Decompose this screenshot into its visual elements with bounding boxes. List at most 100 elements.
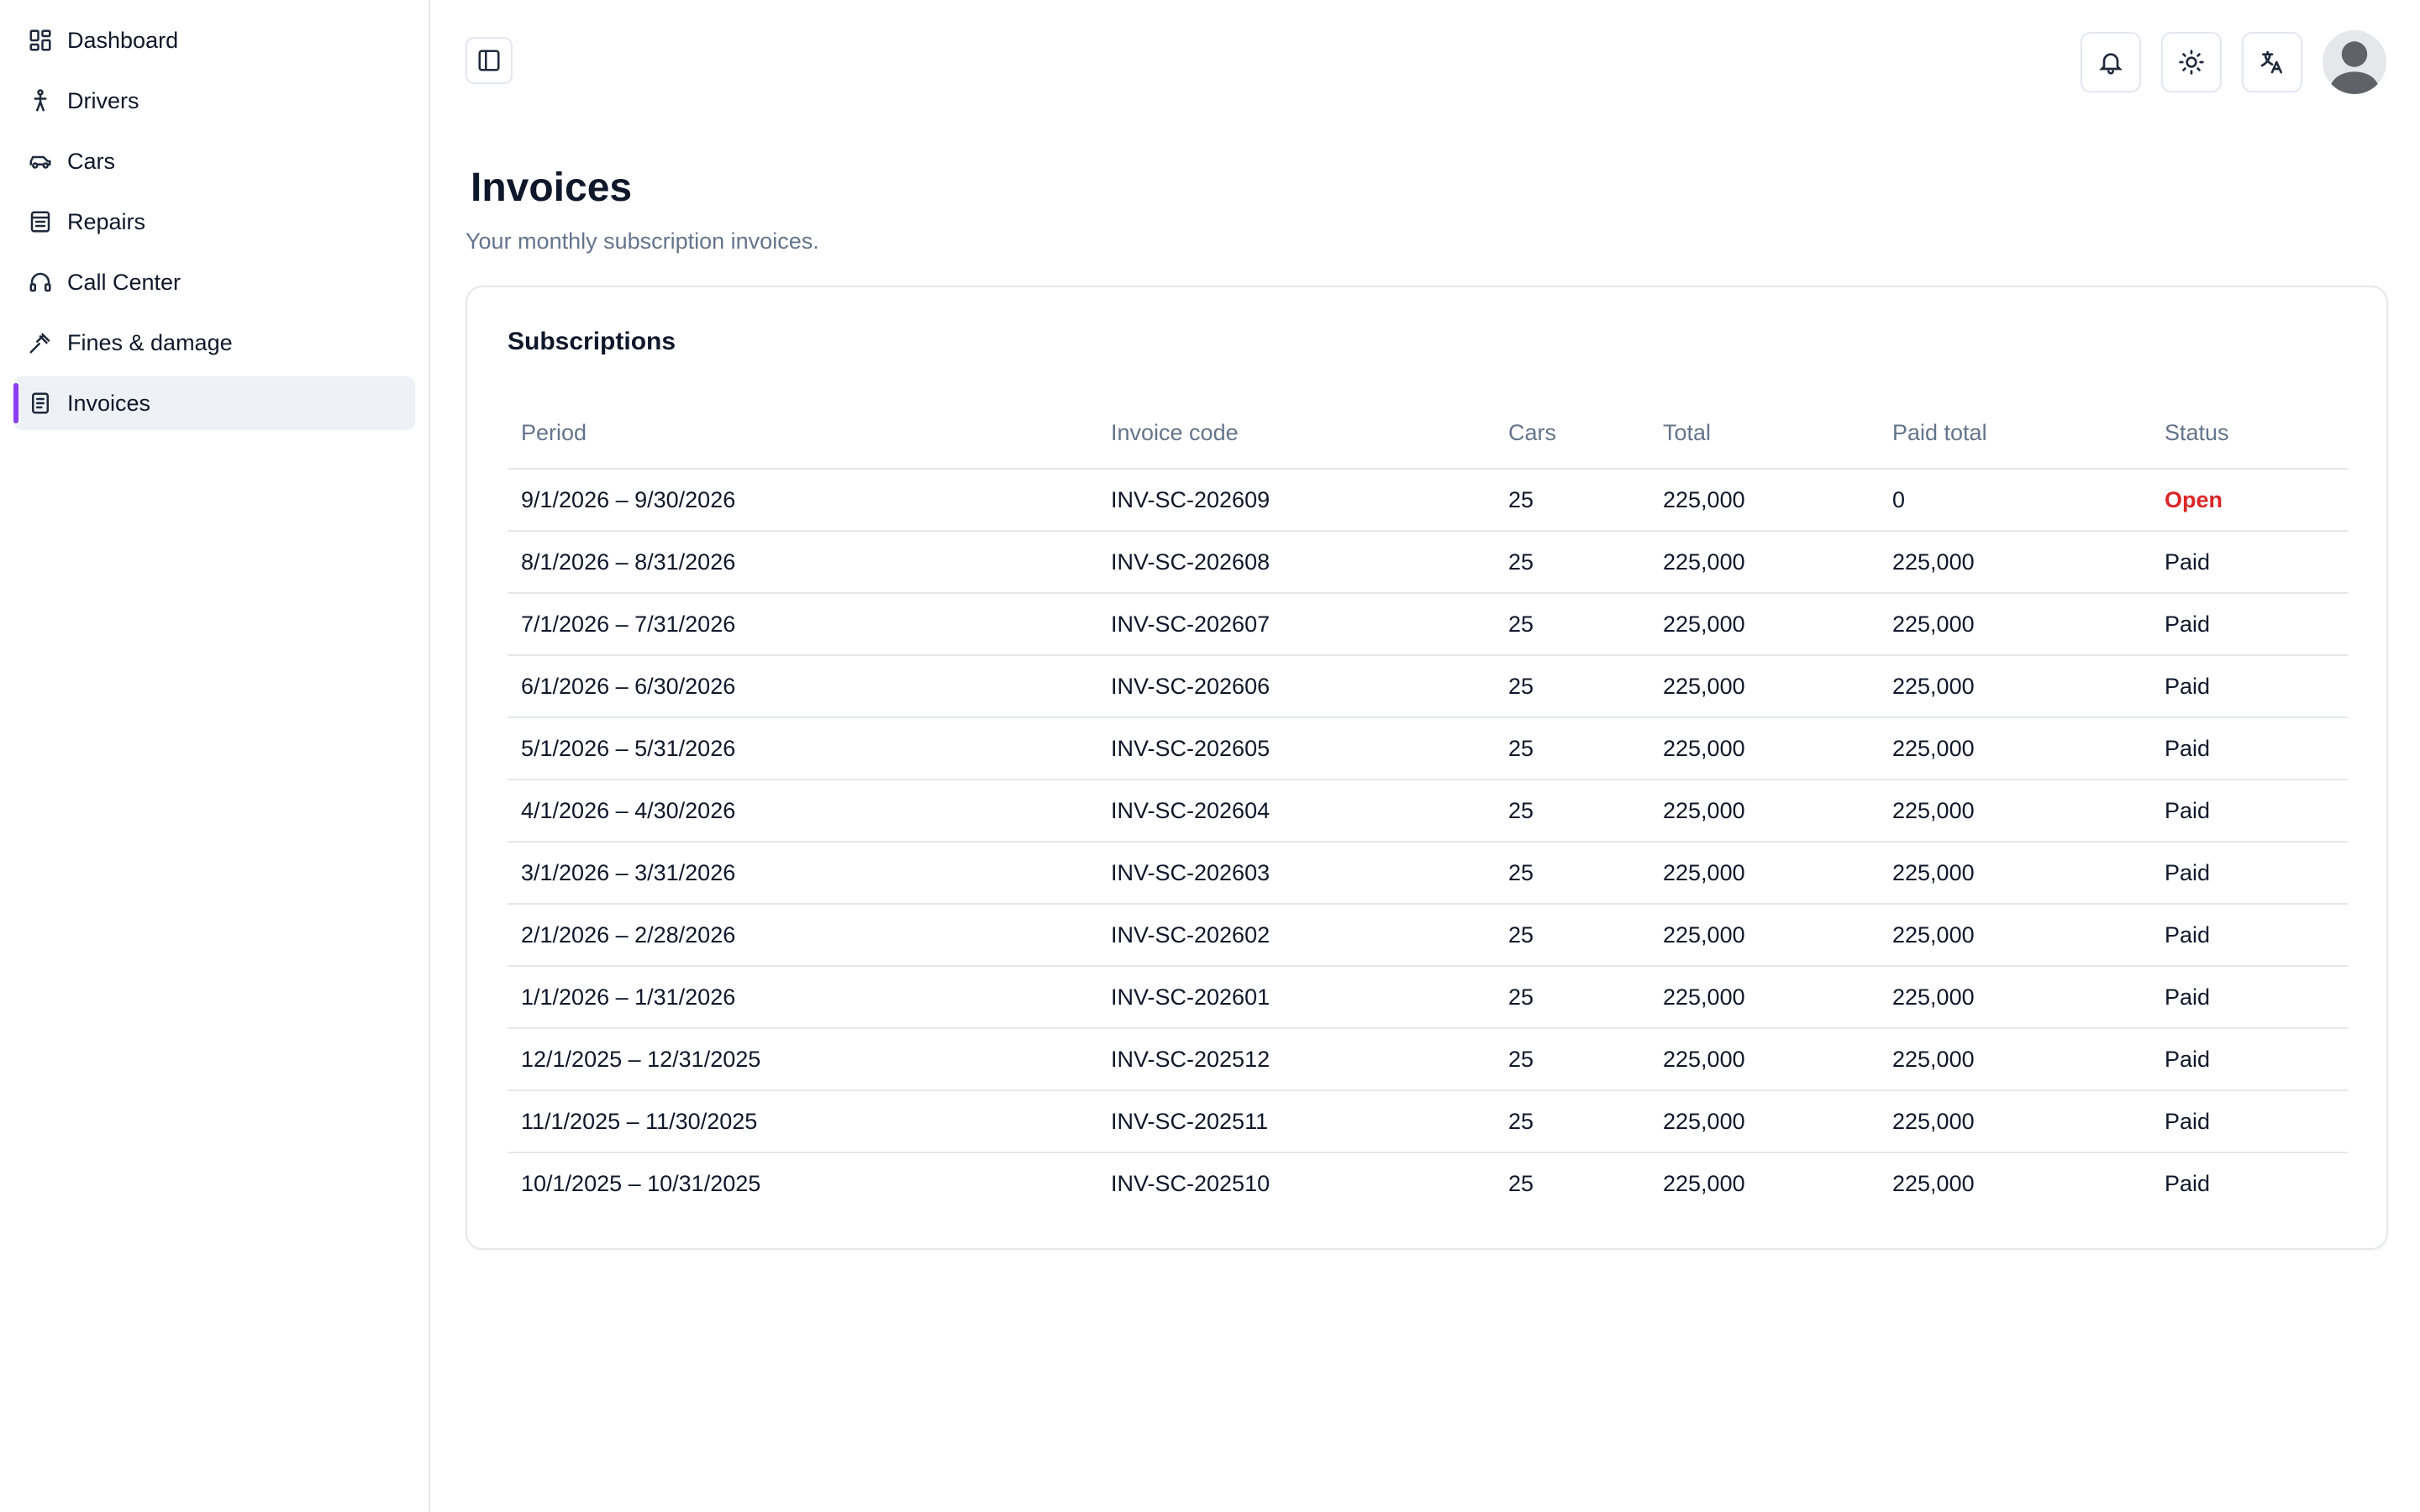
cell-period: 2/1/2026 – 2/28/2026 bbox=[508, 904, 1097, 967]
sidebar-item-dashboard[interactable]: Dashboard bbox=[13, 13, 415, 67]
sidebar-item-invoices[interactable]: Invoices bbox=[13, 376, 415, 430]
sidebar-item-label: Invoices bbox=[67, 390, 151, 416]
cell-cars: 25 bbox=[1495, 593, 1649, 656]
sidebar-item-label: Fines & damage bbox=[67, 329, 233, 355]
table-row[interactable]: 12/1/2025 – 12/31/2025 INV-SC-202512 25 225… bbox=[508, 1028, 2348, 1091]
column-header-paid-total: Paid total bbox=[1879, 398, 2151, 470]
cell-period: 9/1/2026 – 9/30/2026 bbox=[508, 469, 1097, 532]
cell-total: 225,000 bbox=[1649, 1028, 1879, 1091]
cell-period: 10/1/2025 – 10/31/2025 bbox=[521, 1171, 761, 1196]
cell-total: 225,000 bbox=[1649, 655, 1879, 718]
cell-paid-total: 225,000 bbox=[1879, 531, 2151, 594]
table-row[interactable]: 8/1/2026 – 8/31/2026 INV-SC-202608 25 225,0… bbox=[508, 531, 2348, 594]
status-badge: Paid bbox=[2165, 1171, 2211, 1196]
table-row[interactable]: 11/1/2025 – 11/30/2025 INV-SC-202511 25 225… bbox=[508, 1090, 2348, 1153]
status-badge: Paid bbox=[2151, 780, 2348, 843]
cell-total: 225,000 bbox=[1663, 1171, 1745, 1196]
cell-paid-total: 225,000 bbox=[1879, 1090, 2151, 1153]
cell-cars: 25 bbox=[1495, 717, 1649, 780]
gavel-icon bbox=[27, 329, 54, 356]
sidebar: Dashboard Drivers Cars Repairs Call Cent… bbox=[0, 0, 430, 1512]
page-subtitle: Your monthly subscription invoices. bbox=[466, 228, 819, 254]
repair-icon bbox=[27, 208, 54, 235]
sidebar-item-repairs[interactable]: Repairs bbox=[13, 195, 415, 249]
cell-total: 225,000 bbox=[1649, 842, 1879, 905]
cell-total: 225,000 bbox=[1649, 780, 1879, 843]
person-walking-icon bbox=[27, 87, 54, 114]
cell-paid-total: 225,000 bbox=[1879, 904, 2151, 967]
cell-paid-total: 225,000 bbox=[1879, 966, 2151, 1029]
cell-invoice-code: INV-SC-202512 bbox=[1097, 1028, 1495, 1091]
cell-cars: 25 bbox=[1495, 531, 1649, 594]
cell-total: 225,000 bbox=[1649, 531, 1879, 594]
sidebar-toggle-button[interactable] bbox=[466, 37, 513, 84]
table-row[interactable]: 4/1/2026 – 4/30/2026 INV-SC-202604 25 225,0… bbox=[508, 780, 2348, 843]
table-row[interactable]: 3/1/2026 – 3/31/2026 INV-SC-202603 25 225,0… bbox=[508, 842, 2348, 905]
sidebar-item-label: Drivers bbox=[67, 87, 139, 113]
card-title: Subscriptions bbox=[508, 328, 676, 355]
cell-invoice-code: INV-SC-202608 bbox=[1097, 531, 1495, 594]
cell-cars: 25 bbox=[1495, 842, 1649, 905]
language-button[interactable] bbox=[2242, 32, 2302, 92]
translate-icon bbox=[2259, 49, 2286, 76]
column-header-cars: Cars bbox=[1495, 398, 1649, 470]
invoice-icon bbox=[27, 390, 54, 417]
cell-period: 8/1/2026 – 8/31/2026 bbox=[508, 531, 1097, 594]
sidebar-item-call-center[interactable]: Call Center bbox=[13, 255, 415, 309]
sidebar-item-cars[interactable]: Cars bbox=[13, 134, 415, 188]
sidebar-item-drivers[interactable]: Drivers bbox=[13, 74, 415, 128]
dashboard-grid-icon bbox=[27, 27, 54, 54]
cell-period: 3/1/2026 – 3/31/2026 bbox=[508, 842, 1097, 905]
cell-period: 12/1/2025 – 12/31/2025 bbox=[508, 1028, 1097, 1091]
table-row[interactable]: 6/1/2026 – 6/30/2026 INV-SC-202606 25 225,0… bbox=[508, 655, 2348, 718]
sun-icon bbox=[2178, 49, 2205, 76]
invoices-table: Period Invoice code Cars Total Paid tota… bbox=[508, 398, 2348, 1215]
status-badge: Paid bbox=[2151, 593, 2348, 656]
cell-period: 4/1/2026 – 4/30/2026 bbox=[508, 780, 1097, 843]
sidebar-item-fines-damage[interactable]: Fines & damage bbox=[13, 316, 415, 370]
cell-paid-total: 225,000 bbox=[1879, 717, 2151, 780]
page-title: Invoices bbox=[471, 165, 633, 210]
cell-period: 11/1/2025 – 11/30/2025 bbox=[508, 1090, 1097, 1153]
table-row[interactable]: 2/1/2026 – 2/28/2026 INV-SC-202602 25 225,0… bbox=[508, 904, 2348, 967]
status-badge: Paid bbox=[2151, 966, 2348, 1029]
cell-invoice-code: INV-SC-202603 bbox=[1097, 842, 1495, 905]
cell-invoice-code: INV-SC-202606 bbox=[1097, 655, 1495, 718]
column-header-invoice-code: Invoice code bbox=[1097, 398, 1495, 470]
cell-total: 225,000 bbox=[1649, 593, 1879, 656]
cell-invoice-code: INV-SC-202604 bbox=[1097, 780, 1495, 843]
notifications-button[interactable] bbox=[2081, 32, 2141, 92]
avatar[interactable] bbox=[2323, 30, 2386, 94]
cell-period: 5/1/2026 – 5/31/2026 bbox=[508, 717, 1097, 780]
cell-total: 225,000 bbox=[1649, 469, 1879, 532]
cell-invoice-code: INV-SC-202511 bbox=[1097, 1090, 1495, 1153]
cell-paid-total: 225,000 bbox=[1879, 842, 2151, 905]
table-row[interactable]: 1/1/2026 – 1/31/2026 INV-SC-202601 25 225,0… bbox=[508, 966, 2348, 1029]
theme-toggle-button[interactable] bbox=[2161, 32, 2222, 92]
status-badge: Paid bbox=[2151, 655, 2348, 718]
bell-icon bbox=[2097, 49, 2124, 76]
cell-period: 1/1/2026 – 1/31/2026 bbox=[508, 966, 1097, 1029]
cell-period: 7/1/2026 – 7/31/2026 bbox=[508, 593, 1097, 656]
status-badge: Paid bbox=[2151, 531, 2348, 594]
status-badge: Paid bbox=[2151, 717, 2348, 780]
status-badge: Paid bbox=[2151, 904, 2348, 967]
subscriptions-card: Subscriptions Period Invoice code Cars T… bbox=[466, 286, 2388, 1250]
sidebar-item-label: Repairs bbox=[67, 208, 146, 234]
table-row[interactable]: 7/1/2026 – 7/31/2026 INV-SC-202607 25 225,0… bbox=[508, 593, 2348, 656]
table-row[interactable]: 10/1/2025 – 10/31/2025 INV-SC-202510 25 225… bbox=[508, 1152, 2348, 1215]
cell-total: 225,000 bbox=[1649, 717, 1879, 780]
cell-paid-total: 0 bbox=[1879, 469, 2151, 532]
cell-invoice-code: INV-SC-202510 bbox=[1111, 1171, 1270, 1196]
table-row[interactable]: 5/1/2026 – 5/31/2026 INV-SC-202605 25 225,0… bbox=[508, 717, 2348, 780]
cell-cars: 25 bbox=[1508, 1171, 1534, 1196]
table-row[interactable]: 9/1/2026 – 9/30/2026 INV-SC-202609 25 225,0… bbox=[508, 469, 2348, 532]
cell-cars: 25 bbox=[1495, 469, 1649, 532]
column-header-total: Total bbox=[1649, 398, 1879, 470]
status-badge: Paid bbox=[2151, 1028, 2348, 1091]
cell-invoice-code: INV-SC-202602 bbox=[1097, 904, 1495, 967]
cell-cars: 25 bbox=[1495, 1090, 1649, 1153]
top-actions bbox=[2081, 30, 2386, 94]
cell-cars: 25 bbox=[1495, 655, 1649, 718]
sidebar-item-label: Dashboard bbox=[67, 27, 179, 53]
